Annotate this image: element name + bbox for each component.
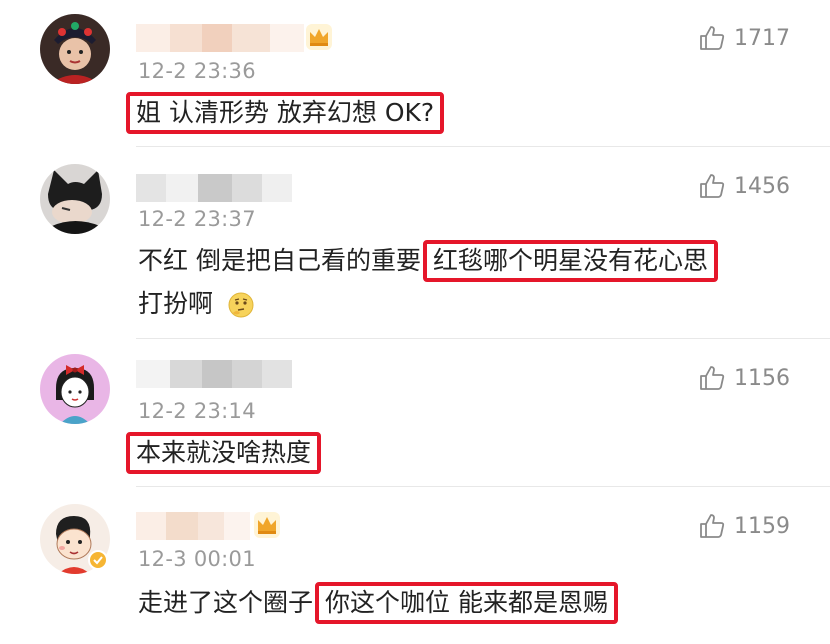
comment-text: 不红 倒是把自己看的重要 红毯哪个明星没有花心思 bbox=[138, 240, 718, 282]
user-avatar[interactable] bbox=[40, 164, 110, 234]
comment-text-line2: 打扮啊 bbox=[138, 286, 255, 322]
plain-text: 走进了这个圈子 bbox=[138, 588, 314, 617]
username-masked[interactable] bbox=[136, 24, 304, 52]
opera-mask-avatar-icon bbox=[40, 14, 110, 84]
highlighted-text: 本来就没啥热度 bbox=[126, 432, 322, 474]
like-button[interactable]: 1156 bbox=[698, 364, 790, 392]
divider bbox=[136, 486, 830, 487]
comment-time: 12-2 23:14 bbox=[138, 399, 256, 423]
cat-ear-avatar-icon bbox=[40, 164, 110, 234]
comment-item: 12-2 23:14 1156 本来就没啥热度 bbox=[0, 338, 830, 488]
username-masked[interactable] bbox=[136, 174, 292, 202]
like-button[interactable]: 1717 bbox=[698, 24, 790, 52]
username-masked[interactable] bbox=[136, 512, 250, 540]
user-avatar[interactable] bbox=[40, 354, 110, 424]
comment-item: 12-2 23:37 1456 不红 倒是把自己看的重要 红毯哪个明星没有花心思 … bbox=[0, 148, 830, 339]
like-button[interactable]: 1159 bbox=[698, 512, 790, 540]
crown-badge-icon bbox=[254, 512, 280, 538]
comment-text: 走进了这个圈子 你这个咖位 能来都是恩赐 bbox=[138, 582, 618, 624]
highlighted-text: 你这个咖位 能来都是恩赐 bbox=[315, 582, 618, 624]
plain-text: 打扮啊 bbox=[138, 289, 214, 318]
like-count: 1717 bbox=[734, 25, 790, 51]
comment-item: 12-3 00:01 1159 走进了这个圈子 你这个咖位 能来都是恩赐 bbox=[0, 488, 830, 644]
thumbs-up-icon bbox=[700, 26, 725, 50]
username-masked[interactable] bbox=[136, 360, 292, 388]
thinking-emoji-icon bbox=[228, 292, 254, 318]
plain-text: 不红 倒是把自己看的重要 bbox=[138, 246, 421, 275]
comment-text: 姐 认清形势 放弃幻想 OK? bbox=[126, 92, 445, 134]
like-count: 1156 bbox=[734, 365, 790, 391]
like-count: 1159 bbox=[734, 513, 790, 539]
like-button[interactable]: 1456 bbox=[698, 172, 790, 200]
comment-time: 12-3 00:01 bbox=[138, 547, 256, 571]
thumbs-up-icon bbox=[700, 366, 725, 390]
verified-badge-icon bbox=[88, 550, 108, 570]
crown-badge-icon bbox=[306, 24, 332, 50]
thumbs-up-icon bbox=[700, 174, 725, 198]
like-count: 1456 bbox=[734, 173, 790, 199]
highlighted-text: 姐 认清形势 放弃幻想 OK? bbox=[126, 92, 445, 134]
comment-item: 12-2 23:36 1717 姐 认清形势 放弃幻想 OK? bbox=[0, 0, 830, 148]
user-avatar[interactable] bbox=[40, 14, 110, 84]
highlighted-text: 红毯哪个明星没有花心思 bbox=[422, 240, 718, 282]
divider bbox=[136, 146, 830, 147]
cartoon-girl-avatar-icon bbox=[40, 354, 110, 424]
comment-time: 12-2 23:37 bbox=[138, 207, 256, 231]
comment-text: 本来就没啥热度 bbox=[126, 432, 322, 474]
thumbs-up-icon bbox=[700, 514, 725, 538]
comment-time: 12-2 23:36 bbox=[138, 59, 256, 83]
